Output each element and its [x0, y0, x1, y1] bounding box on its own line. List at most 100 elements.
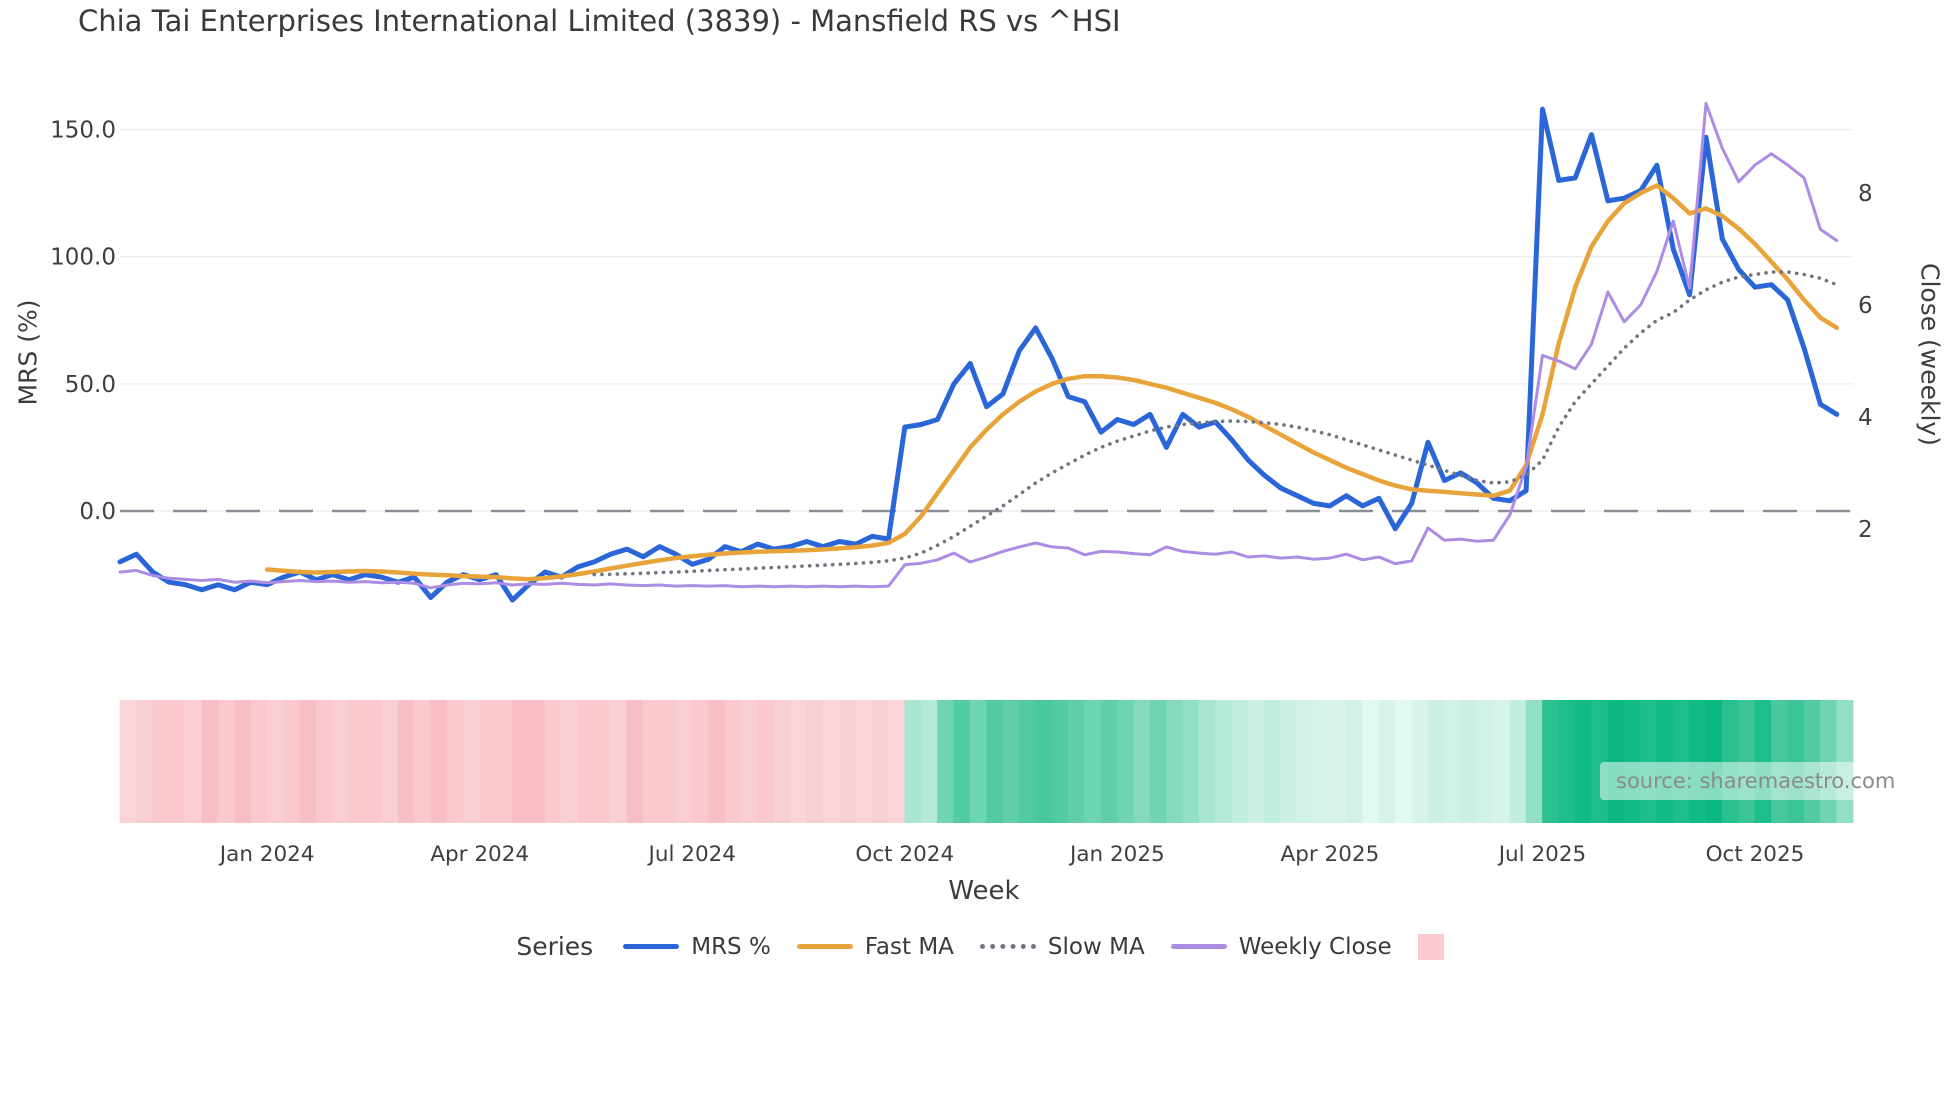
band-cell — [1313, 700, 1331, 823]
right-axis-tick-label: 8 — [1858, 181, 1873, 207]
band-cell — [185, 700, 203, 823]
legend-swatch-dotted — [979, 944, 1036, 949]
band-cell — [1018, 700, 1036, 823]
legend-title: Series — [516, 932, 594, 961]
legend-label: MRS % — [691, 933, 771, 960]
band-cell — [610, 700, 628, 823]
left-axis-tick-label: 0.0 — [79, 499, 116, 525]
band-cell — [479, 700, 497, 823]
band-cell — [1558, 700, 1576, 823]
x-axis-tick-label: Jul 2024 — [647, 842, 737, 867]
left-axis-tick-label: 150.0 — [50, 118, 116, 144]
band-cell — [1476, 700, 1494, 823]
band-cell — [299, 700, 317, 823]
x-axis-tick-label: Apr 2025 — [1281, 842, 1380, 867]
band-cell — [1509, 700, 1527, 823]
x-axis-tick-label: Oct 2024 — [855, 842, 954, 867]
band-cell — [1198, 700, 1216, 823]
series-line-weekly-close[interactable] — [118, 101, 1839, 590]
legend-label: Slow MA — [1047, 933, 1145, 960]
band-cell — [1247, 700, 1265, 823]
x-axis-tick-label: Jan 2025 — [1068, 842, 1165, 867]
legend-item-band[interactable] — [1417, 933, 1444, 960]
band-cell — [675, 700, 693, 823]
band-cell — [691, 700, 709, 823]
band-cell — [790, 700, 807, 823]
band-cell — [446, 700, 464, 823]
band-cell — [1002, 700, 1020, 823]
x-axis-tick-label: Oct 2025 — [1706, 842, 1805, 867]
band-cell — [1100, 700, 1118, 823]
x-axis-tick-label: Jan 2024 — [218, 842, 315, 867]
band-cell — [659, 700, 677, 823]
series-line-mrs-[interactable] — [117, 106, 1840, 603]
band-cell — [1133, 700, 1151, 823]
chart-container: Chia Tai Enterprises International Limit… — [0, 0, 1960, 1102]
band-cell — [315, 700, 333, 823]
legend: Series MRS % Fast MA Slow MA Weekly Close — [0, 932, 1960, 961]
band-cell — [544, 700, 562, 823]
band-cell — [1068, 700, 1085, 823]
band-cell — [332, 700, 350, 823]
band-cell — [953, 700, 971, 823]
band-cell — [495, 700, 513, 823]
band-cell — [1395, 700, 1412, 823]
band-cell — [430, 700, 448, 823]
band-cell — [969, 700, 987, 823]
source-watermark: source: sharemaestro.com — [1600, 762, 1912, 800]
legend-label: Weekly Close — [1238, 933, 1392, 960]
band-cell — [871, 700, 889, 823]
right-axis-tick-label: 4 — [1858, 405, 1873, 431]
band-cell — [168, 700, 186, 823]
band-cell — [250, 700, 268, 823]
band-cell — [528, 700, 546, 823]
band-cell — [1362, 700, 1380, 823]
band-cell — [381, 700, 399, 823]
band-cell — [1231, 700, 1249, 823]
x-axis-tick-label: Apr 2024 — [430, 842, 529, 867]
band-cell — [1378, 700, 1396, 823]
legend-item-slow-ma[interactable]: Slow MA — [979, 933, 1145, 960]
band-cell — [1280, 700, 1298, 823]
band-cell — [1460, 700, 1478, 823]
x-axis-tick-label: Jul 2025 — [1497, 842, 1587, 867]
band-cell — [822, 700, 840, 823]
band-cell — [577, 700, 595, 823]
band-cell — [152, 700, 170, 823]
legend-swatch-square — [1417, 933, 1444, 960]
band-cell — [904, 700, 922, 823]
band-cell — [1444, 700, 1461, 823]
band-cell — [561, 700, 579, 823]
band-cell — [1493, 700, 1511, 823]
band-cell — [512, 700, 530, 823]
legend-item-mrs-[interactable]: MRS % — [623, 934, 771, 960]
band-cell — [1542, 700, 1560, 823]
legend-swatch-line — [1170, 944, 1227, 949]
series-line-fast-ma[interactable] — [264, 183, 1840, 582]
legend-item-weekly-close[interactable]: Weekly Close — [1170, 933, 1392, 960]
band-cell — [855, 700, 873, 823]
legend-swatch-line — [796, 944, 853, 949]
band-cell — [348, 700, 366, 823]
band-cell — [888, 700, 906, 823]
band-cell — [1166, 700, 1184, 823]
band-cell — [1084, 700, 1102, 823]
band-cell — [1574, 700, 1592, 823]
band-cell — [1051, 700, 1069, 823]
band-cell — [773, 700, 791, 823]
band-cell — [1525, 700, 1543, 823]
band-cell — [1427, 700, 1445, 823]
band-cell — [806, 700, 824, 823]
band-cell — [986, 700, 1004, 823]
legend-item-fast-ma[interactable]: Fast MA — [796, 934, 954, 960]
band-cell — [937, 700, 955, 823]
band-cell — [1215, 700, 1233, 823]
x-axis-title: Week — [948, 876, 1020, 906]
band-cell — [1329, 700, 1347, 823]
band-cell — [463, 700, 480, 823]
band-cell — [364, 700, 382, 823]
band-cell — [757, 700, 775, 823]
right-axis-tick-label: 6 — [1858, 293, 1873, 319]
band-cell — [593, 700, 611, 823]
band-cell — [136, 700, 153, 823]
